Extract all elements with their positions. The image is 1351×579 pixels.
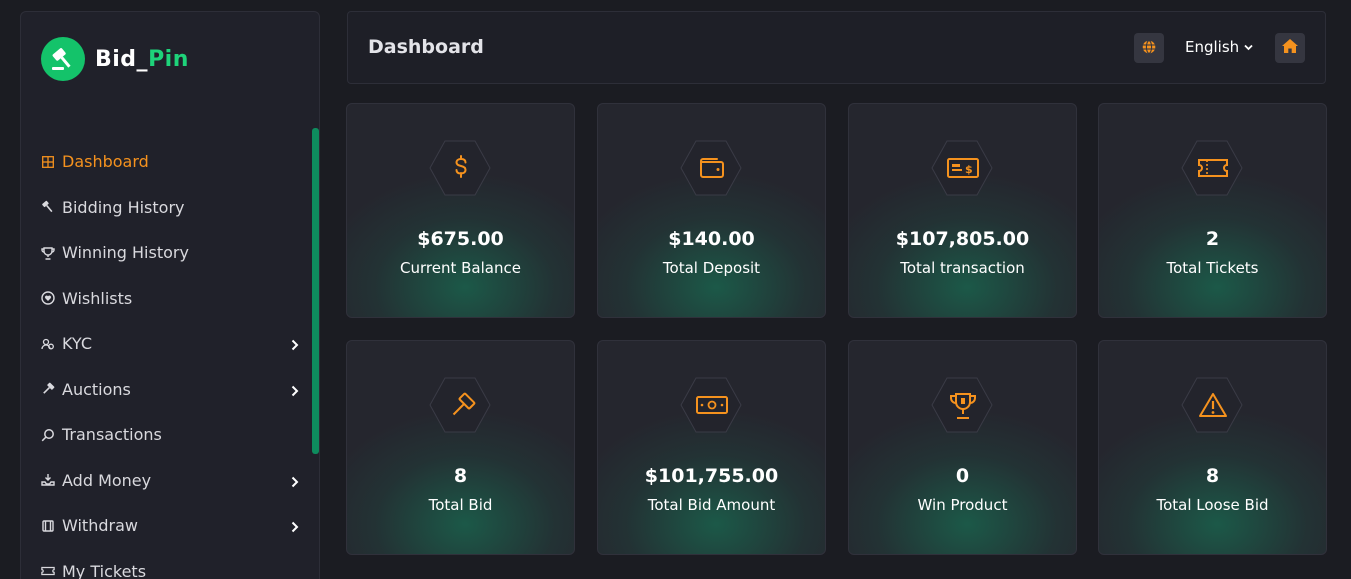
sidebar: Bid_Pin Dashboard Bidding History Winnin… — [20, 11, 320, 579]
card-value: $107,805.00 — [895, 228, 1030, 250]
sidebar-item-kyc[interactable]: KYC — [41, 321, 301, 367]
chevron-right-icon — [291, 382, 299, 401]
sidebar-item-winning-history[interactable]: Winning History — [41, 230, 301, 276]
card-value: $140.00 — [668, 228, 755, 250]
stat-card-total-loose-bid[interactable]: 8 Total Loose Bid — [1098, 340, 1327, 555]
gavel-icon — [452, 392, 476, 416]
stat-card-total-bid[interactable]: 8 Total Bid — [346, 340, 575, 555]
brand-name-part2: Pin — [148, 46, 189, 72]
users-icon — [41, 337, 55, 351]
card-label: Total Bid Amount — [647, 496, 776, 514]
sidebar-item-withdraw[interactable]: Withdraw — [41, 503, 301, 549]
banknote-icon — [696, 396, 728, 414]
sidebar-item-dashboard[interactable]: Dashboard — [41, 139, 301, 185]
sidebar-menu: Dashboard Bidding History Winning Histor… — [41, 139, 301, 579]
sidebar-scrollbar[interactable] — [312, 128, 319, 454]
sidebar-item-add-money[interactable]: Add Money — [41, 458, 301, 504]
card-value: $101,755.00 — [644, 465, 779, 487]
wallet-icon — [700, 158, 724, 178]
sidebar-item-transactions[interactable]: Transactions — [41, 412, 301, 458]
sidebar-item-auctions[interactable]: Auctions — [41, 367, 301, 413]
card-value: 8 — [453, 465, 468, 487]
globe-button[interactable] — [1134, 33, 1164, 63]
card-label: Total Bid — [428, 496, 493, 514]
card-label: Total transaction — [900, 259, 1025, 277]
stat-card-total-tickets[interactable]: 2 Total Tickets — [1098, 103, 1327, 318]
card-label: Total Deposit — [662, 259, 761, 277]
card-label: Win Product — [917, 496, 1008, 514]
svg-text:$: $ — [965, 163, 973, 176]
chevron-right-icon — [291, 518, 299, 537]
stat-card-total-bid-amount[interactable]: $101,755.00 Total Bid Amount — [597, 340, 826, 555]
withdraw-icon — [41, 519, 55, 533]
card-value: $675.00 — [417, 228, 504, 250]
gavel-icon — [41, 200, 55, 214]
sidebar-item-label: Withdraw — [62, 516, 138, 536]
stat-card-total-deposit[interactable]: $140.00 Total Deposit — [597, 103, 826, 318]
sidebar-item-my-tickets[interactable]: My Tickets — [41, 549, 301, 579]
sidebar-item-label: Add Money — [62, 470, 152, 490]
money-bill-icon: $ — [947, 158, 979, 178]
heart-icon — [41, 291, 55, 305]
search-icon — [41, 428, 55, 442]
stat-card-win-product[interactable]: 0 Win Product — [848, 340, 1077, 555]
sidebar-item-label: KYC — [62, 334, 92, 354]
sidebar-item-label: Auctions — [62, 379, 131, 399]
card-value: 2 — [1205, 228, 1220, 250]
brand-logo[interactable]: Bid_Pin — [41, 37, 189, 81]
warning-icon — [1199, 393, 1227, 417]
sidebar-item-bidding-history[interactable]: Bidding History — [41, 185, 301, 231]
stat-card-current-balance[interactable]: $675.00 Current Balance — [346, 103, 575, 318]
gavel-logo-icon — [41, 37, 85, 81]
sidebar-item-label: Bidding History — [62, 197, 185, 217]
chevron-down-icon — [1244, 44, 1253, 51]
home-icon — [1281, 38, 1299, 58]
globe-icon — [1142, 39, 1156, 58]
card-label: Total Tickets — [1166, 259, 1259, 277]
card-value: 0 — [955, 465, 970, 487]
sidebar-item-label: Winning History — [62, 243, 189, 263]
hammer-icon — [41, 382, 55, 396]
sidebar-item-wishlists[interactable]: Wishlists — [41, 276, 301, 322]
brand-name: Bid_Pin — [95, 47, 189, 72]
brand-name-part1: Bid_ — [95, 46, 149, 72]
card-value: 8 — [1205, 465, 1220, 487]
trophy-icon — [41, 246, 55, 260]
card-label: Current Balance — [400, 259, 521, 277]
stat-card-total-transaction[interactable]: $ $107,805.00 Total transaction — [848, 103, 1077, 318]
sidebar-item-label: Dashboard — [62, 152, 149, 172]
card-label: Total Loose Bid — [1156, 496, 1269, 514]
page-title: Dashboard — [368, 36, 484, 58]
chevron-right-icon — [291, 336, 299, 355]
sidebar-item-label: My Tickets — [62, 561, 147, 579]
deposit-icon — [41, 473, 55, 487]
grid-icon — [41, 155, 55, 169]
home-button[interactable] — [1275, 33, 1305, 63]
top-header: Dashboard English — [347, 11, 1326, 84]
language-select[interactable]: English — [1185, 38, 1253, 56]
dollar-icon — [455, 155, 467, 178]
sidebar-item-label: Wishlists — [62, 288, 133, 308]
sidebar-item-label: Transactions — [62, 425, 162, 445]
trophy-icon — [950, 393, 976, 419]
ticket-icon — [41, 564, 55, 578]
chevron-right-icon — [291, 473, 299, 492]
language-label: English — [1185, 38, 1240, 56]
ticket-icon — [1198, 159, 1228, 177]
